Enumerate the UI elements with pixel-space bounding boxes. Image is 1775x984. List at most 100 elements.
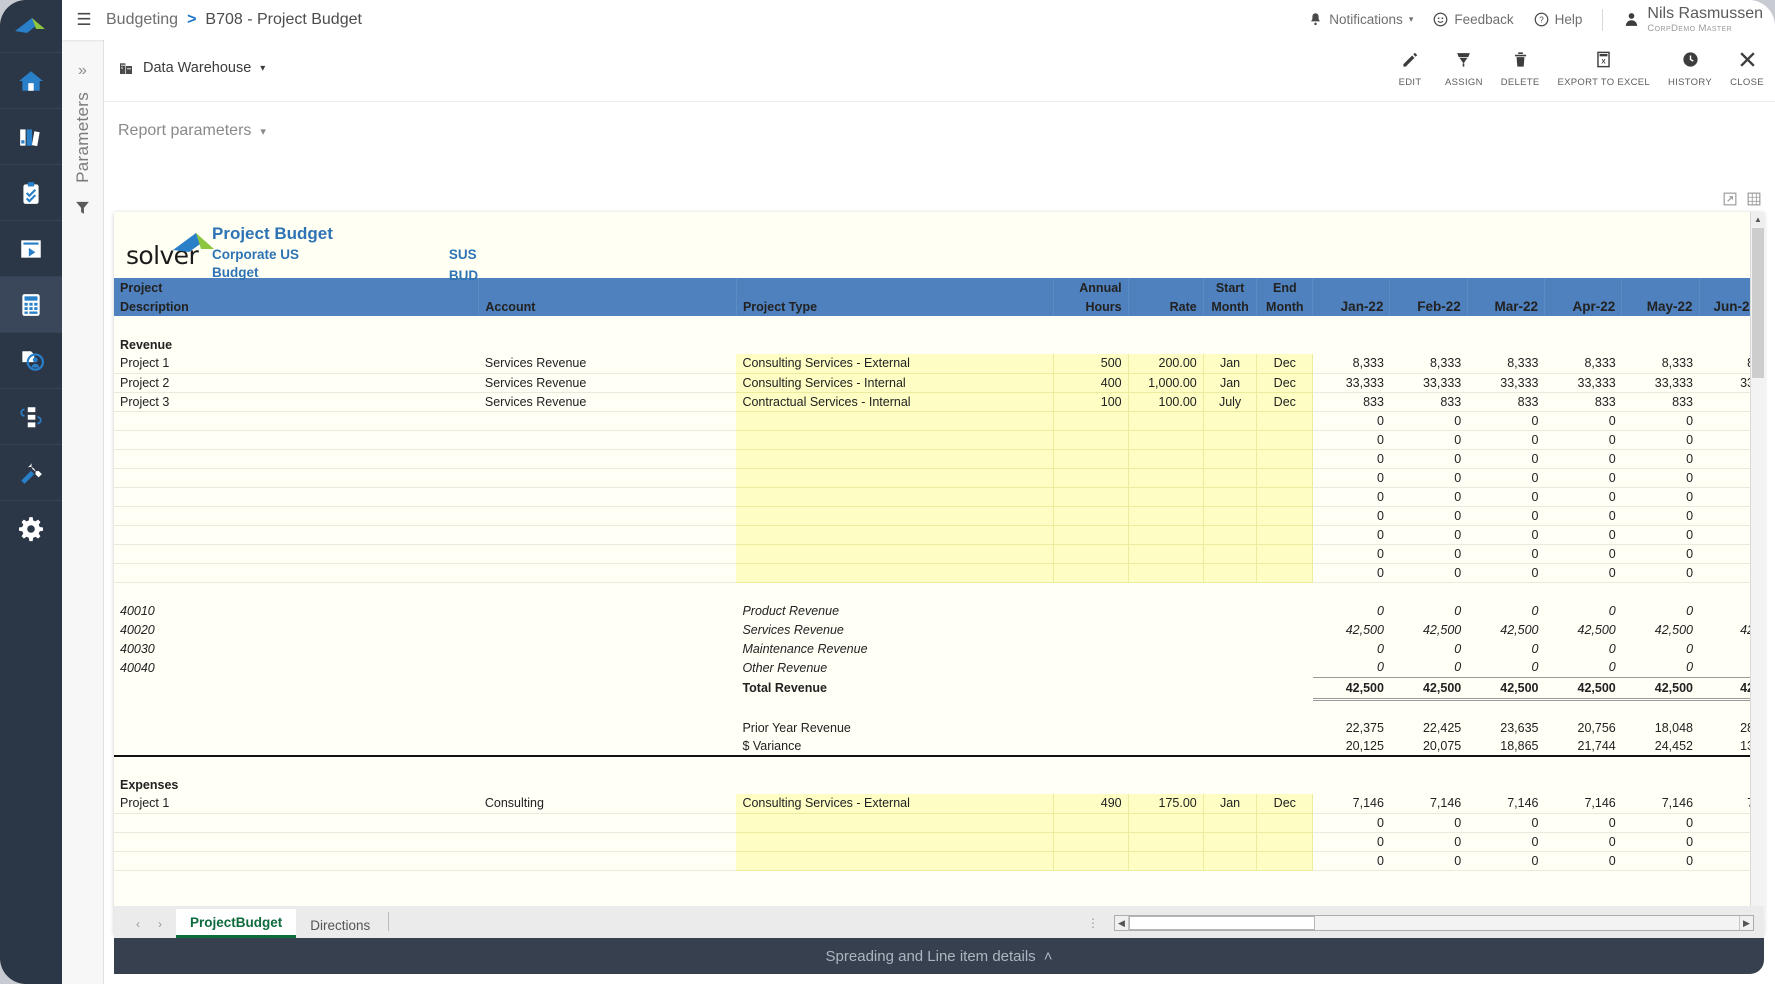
help-button[interactable]: ? Help	[1534, 12, 1583, 27]
cell-account[interactable]: Services Revenue	[479, 392, 737, 411]
cell-description[interactable]: Project 2	[114, 373, 479, 392]
cell-end-month[interactable]	[1257, 449, 1313, 468]
cell-hours[interactable]	[1053, 563, 1128, 582]
cell-end-month[interactable]	[1257, 506, 1313, 525]
cell-project-type[interactable]	[736, 506, 1053, 525]
cell-hours[interactable]	[1053, 411, 1128, 430]
cell-rate[interactable]	[1128, 832, 1203, 851]
cell-project-type[interactable]: Consulting Services - Internal	[736, 373, 1053, 392]
cell-description[interactable]: Project 1	[114, 794, 479, 813]
cell-description[interactable]	[114, 563, 479, 582]
cell-description[interactable]	[114, 411, 479, 430]
cell-hours[interactable]	[1053, 487, 1128, 506]
cell-project-type[interactable]	[736, 430, 1053, 449]
funnel-icon[interactable]	[62, 199, 103, 221]
table-row[interactable]: 00000	[114, 525, 1764, 544]
cell-account[interactable]	[479, 563, 737, 582]
cell-rate[interactable]	[1128, 544, 1203, 563]
chevron-double-right-icon[interactable]: »	[62, 62, 103, 80]
cell-start-month[interactable]: Jan	[1203, 354, 1257, 373]
vertical-scroll-thumb[interactable]	[1752, 228, 1764, 378]
cell-rate[interactable]	[1128, 813, 1203, 832]
table-row[interactable]: Project 1ConsultingConsulting Services -…	[114, 794, 1764, 813]
sidebar-item-presentation[interactable]	[0, 220, 62, 276]
cell-description[interactable]	[114, 487, 479, 506]
table-row[interactable]: 00000	[114, 411, 1764, 430]
cell-rate[interactable]	[1128, 411, 1203, 430]
cell-start-month[interactable]	[1203, 449, 1257, 468]
cell-description[interactable]: Project 1	[114, 354, 479, 373]
table-row[interactable]: Project 2Services RevenueConsulting Serv…	[114, 373, 1764, 392]
parameters-panel[interactable]: » Parameters	[62, 40, 104, 984]
cell-rate[interactable]	[1128, 430, 1203, 449]
cell-description[interactable]	[114, 851, 479, 870]
cell-rate[interactable]	[1128, 487, 1203, 506]
cell-end-month[interactable]	[1257, 813, 1313, 832]
cell-account[interactable]: Services Revenue	[479, 354, 737, 373]
cell-account[interactable]	[479, 411, 737, 430]
cell-description[interactable]	[114, 506, 479, 525]
cell-hours[interactable]	[1053, 468, 1128, 487]
cell-end-month[interactable]: Dec	[1257, 354, 1313, 373]
close-button[interactable]: CLOSE	[1721, 46, 1773, 88]
table-row[interactable]: 00000	[114, 832, 1764, 851]
cell-end-month[interactable]	[1257, 525, 1313, 544]
cell-hours[interactable]: 100	[1053, 392, 1128, 411]
table-row[interactable]: 00000	[114, 468, 1764, 487]
data-warehouse-selector[interactable]: Data Warehouse ▾	[118, 60, 265, 76]
cell-account[interactable]	[479, 449, 737, 468]
delete-button[interactable]: DELETE	[1492, 46, 1549, 88]
cell-start-month[interactable]	[1203, 851, 1257, 870]
user-menu[interactable]: Nils Rasmussen CorpDemo Master	[1623, 6, 1763, 34]
drag-handle[interactable]: ⋮	[1087, 916, 1114, 938]
table-row[interactable]: 00000	[114, 851, 1764, 870]
cell-rate[interactable]	[1128, 468, 1203, 487]
cell-rate[interactable]	[1128, 851, 1203, 870]
cell-project-type[interactable]: Contractual Services - Internal	[736, 392, 1053, 411]
cell-hours[interactable]: 500	[1053, 354, 1128, 373]
notifications-button[interactable]: Notifications ▾	[1308, 12, 1413, 27]
table-row[interactable]: 00000	[114, 449, 1764, 468]
cell-end-month[interactable]: Dec	[1257, 794, 1313, 813]
horizontal-scrollbar[interactable]: ◀ ▶	[1114, 915, 1754, 931]
cell-project-type[interactable]	[736, 813, 1053, 832]
sheet-prev-icon[interactable]: ‹	[136, 917, 140, 931]
cell-end-month[interactable]	[1257, 851, 1313, 870]
sidebar-item-hierarchy[interactable]	[0, 388, 62, 444]
history-button[interactable]: HISTORY	[1659, 46, 1721, 88]
scroll-up-icon[interactable]: ▲	[1751, 212, 1765, 227]
cell-project-type[interactable]	[736, 449, 1053, 468]
cell-start-month[interactable]: Jan	[1203, 794, 1257, 813]
cell-hours[interactable]	[1053, 544, 1128, 563]
table-row[interactable]: Project 3Services RevenueContractual Ser…	[114, 392, 1764, 411]
cell-start-month[interactable]	[1203, 813, 1257, 832]
sidebar-item-library[interactable]	[0, 108, 62, 164]
cell-project-type[interactable]: Consulting Services - External	[736, 794, 1053, 813]
report-parameters-toggle[interactable]: Report parameters ▾	[104, 102, 1775, 160]
cell-account[interactable]	[479, 851, 737, 870]
cell-description[interactable]	[114, 468, 479, 487]
cell-project-type[interactable]: Consulting Services - External	[736, 354, 1053, 373]
cell-hours[interactable]	[1053, 430, 1128, 449]
cell-end-month[interactable]	[1257, 468, 1313, 487]
cell-project-type[interactable]	[736, 851, 1053, 870]
vertical-scrollbar[interactable]: ▲ ▼	[1750, 212, 1765, 934]
cell-account[interactable]	[479, 468, 737, 487]
cell-description[interactable]: Project 3	[114, 392, 479, 411]
cell-end-month[interactable]	[1257, 563, 1313, 582]
cell-description[interactable]	[114, 525, 479, 544]
cell-end-month[interactable]	[1257, 430, 1313, 449]
horizontal-scroll-thumb[interactable]	[1129, 916, 1315, 930]
table-row[interactable]: 00000	[114, 563, 1764, 582]
cell-hours[interactable]	[1053, 851, 1128, 870]
cell-project-type[interactable]	[736, 525, 1053, 544]
cell-description[interactable]	[114, 813, 479, 832]
cell-account[interactable]: Services Revenue	[479, 373, 737, 392]
status-bar[interactable]: Spreading and Line item details ˄	[114, 938, 1764, 974]
cell-account[interactable]: Consulting	[479, 794, 737, 813]
cell-project-type[interactable]	[736, 468, 1053, 487]
cell-start-month[interactable]	[1203, 506, 1257, 525]
cell-description[interactable]	[114, 832, 479, 851]
cell-project-type[interactable]	[736, 411, 1053, 430]
scroll-right-icon[interactable]: ▶	[1739, 916, 1753, 930]
